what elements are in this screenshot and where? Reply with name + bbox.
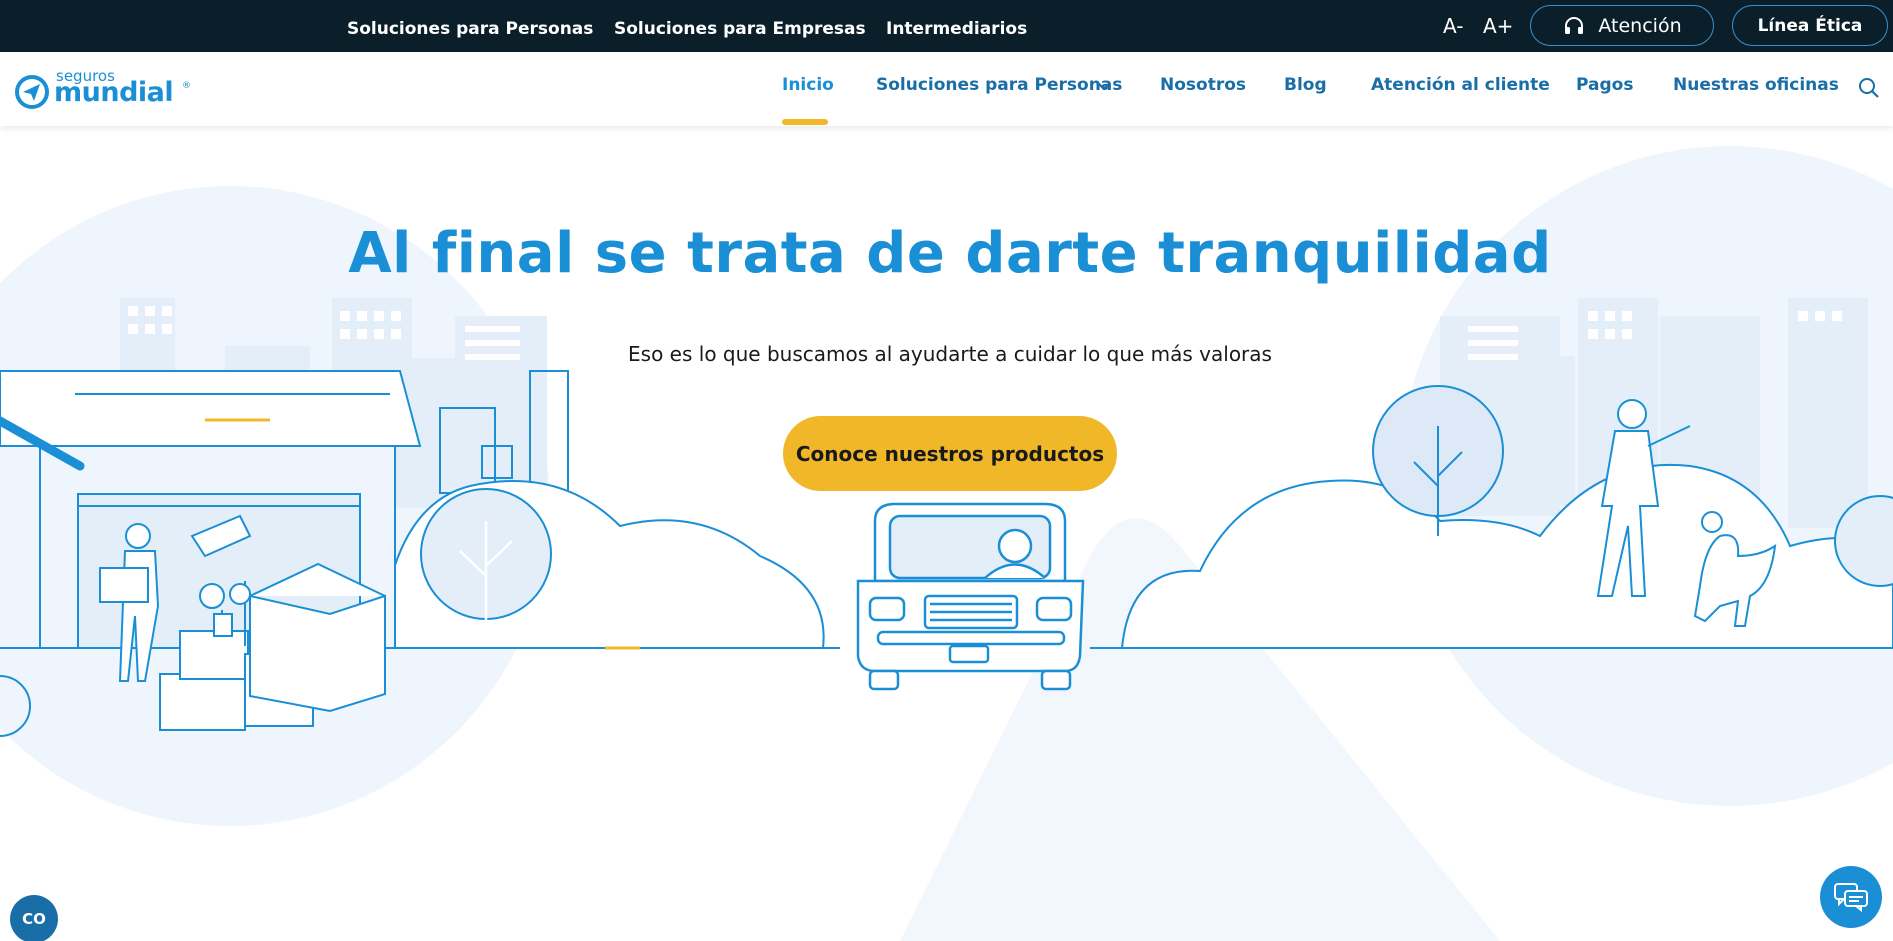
logo-registered-mark: ® — [182, 81, 191, 91]
nav-nosotros[interactable]: Nosotros — [1160, 75, 1246, 95]
nav-soluciones-personas[interactable]: Soluciones para Personas — [876, 75, 1122, 95]
main-header: seguros mundial ® Inicio Soluciones para… — [0, 52, 1893, 126]
segment-personas-link[interactable]: Soluciones para Personas — [347, 19, 593, 39]
nav-nuestras-oficinas[interactable]: Nuestras oficinas — [1673, 75, 1839, 95]
chat-icon — [1834, 883, 1868, 912]
nav-pagos[interactable]: Pagos — [1576, 75, 1633, 95]
headset-icon — [1565, 16, 1584, 34]
cookie-settings-button[interactable]: CO — [10, 895, 58, 941]
segment-intermediarios-link[interactable]: Intermediarios — [886, 19, 1027, 39]
nav-inicio[interactable]: Inicio — [782, 75, 834, 95]
nav-atencion-cliente[interactable]: Atención al cliente — [1371, 75, 1550, 95]
ethics-line-label: Línea Ética — [1757, 15, 1863, 36]
attention-label: Atención — [1598, 14, 1682, 37]
chat-button[interactable] — [1820, 866, 1882, 928]
logo-icon — [15, 75, 49, 109]
attention-button[interactable]: Atención — [1530, 5, 1714, 46]
hero-title: Al final se trata de darte tranquilidad — [348, 221, 1552, 286]
ethics-line-button[interactable]: Línea Ética — [1732, 5, 1888, 46]
products-cta-button[interactable]: Conoce nuestros productos — [783, 416, 1117, 491]
nav-blog[interactable]: Blog — [1284, 75, 1327, 95]
hero-section: Al final se trata de darte tranquilidad … — [0, 126, 1893, 941]
seguros-mundial-logo[interactable]: seguros mundial ® — [14, 67, 191, 113]
search-icon[interactable] — [1858, 77, 1880, 99]
segment-empresas-link[interactable]: Soluciones para Empresas — [614, 19, 866, 39]
chevron-down-icon[interactable] — [1096, 81, 1112, 91]
top-bar: Soluciones para Personas Soluciones para… — [0, 0, 1893, 52]
logo-text-big: mundial — [54, 77, 174, 108]
hero-subtitle: Eso es lo que buscamos al ayudarte a cui… — [628, 342, 1272, 366]
font-increase-button[interactable]: A+ — [1483, 14, 1513, 38]
font-decrease-button[interactable]: A- — [1443, 14, 1463, 38]
active-nav-indicator — [782, 119, 828, 125]
